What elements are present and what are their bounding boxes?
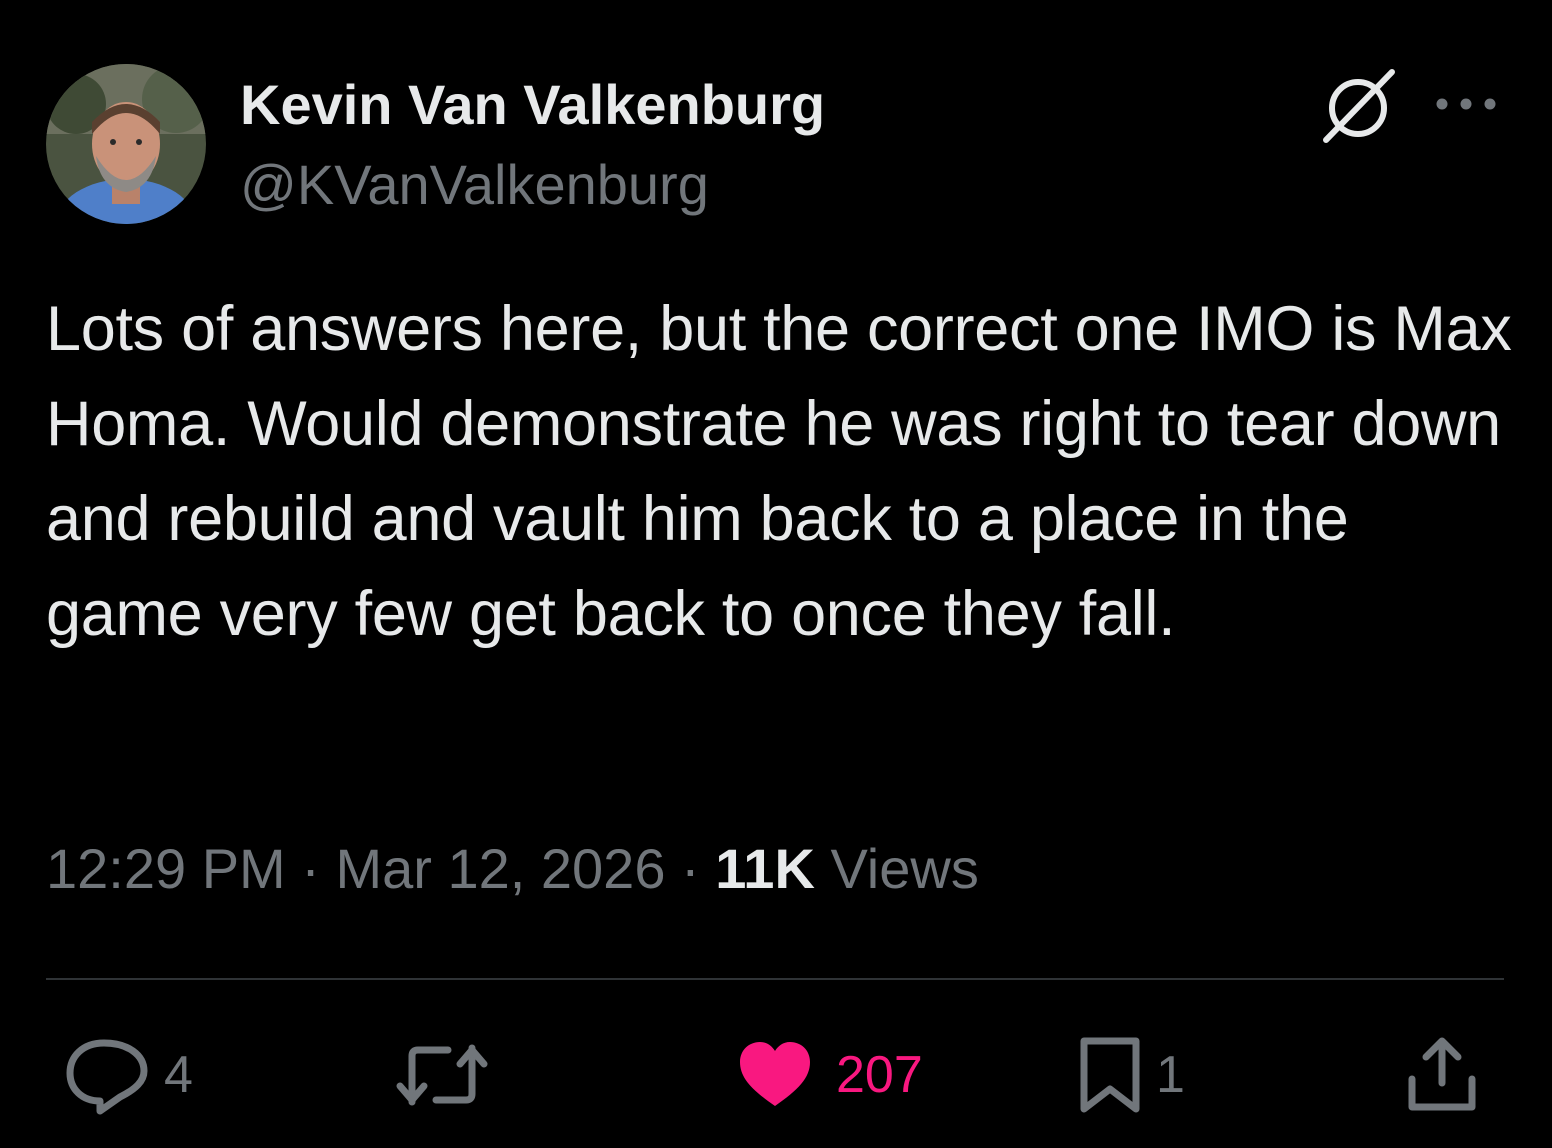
reply-icon: [66, 1039, 148, 1115]
like-count: 207: [836, 1046, 923, 1104]
views-label[interactable]: Views: [830, 837, 978, 900]
grok-icon[interactable]: [1318, 66, 1398, 146]
tweet-time[interactable]: 12:29 PM: [46, 837, 286, 900]
share-button[interactable]: [1406, 1030, 1478, 1120]
share-icon: [1408, 1037, 1476, 1111]
more-icon[interactable]: [1432, 86, 1500, 122]
bookmark-button[interactable]: 1: [1078, 1030, 1185, 1120]
author-handle[interactable]: @KVanValkenburg: [240, 152, 709, 218]
reply-button[interactable]: 4: [64, 1030, 193, 1120]
avatar-photo-icon: [46, 64, 206, 224]
meta-separator: ·: [301, 837, 320, 900]
tweet-text: Lots of answers here, but the correct on…: [46, 294, 1512, 649]
avatar[interactable]: [46, 64, 206, 224]
meta-separator: ·: [681, 837, 700, 900]
heart-icon: [740, 1042, 810, 1106]
divider: [46, 978, 1504, 980]
bookmark-icon: [1080, 1037, 1140, 1113]
repost-icon: [396, 1044, 488, 1106]
tweet-date[interactable]: Mar 12, 2026: [335, 837, 665, 900]
repost-button[interactable]: [396, 1030, 502, 1120]
views-count[interactable]: 11K: [715, 837, 815, 900]
tweet-meta: 12:29 PM · Mar 12, 2026 · 11K Views: [46, 836, 979, 902]
reply-count: 4: [164, 1046, 193, 1104]
bookmark-count: 1: [1156, 1046, 1185, 1104]
author-display-name[interactable]: Kevin Van Valkenburg: [240, 72, 825, 138]
like-button[interactable]: 207: [738, 1030, 923, 1120]
